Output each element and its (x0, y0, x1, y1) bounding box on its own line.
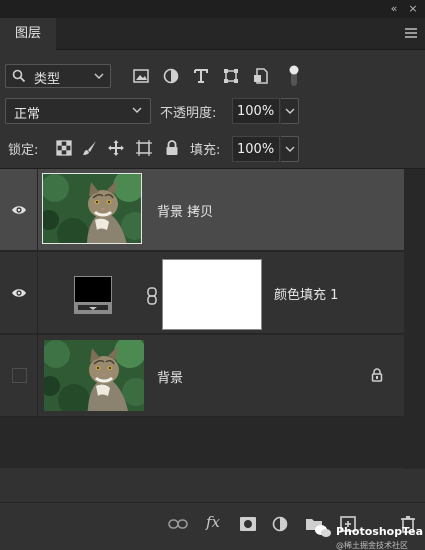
smart-object-filter-icon[interactable] (251, 66, 271, 86)
layer-row[interactable]: 背景 (0, 335, 404, 417)
shape-filter-icon[interactable] (221, 66, 241, 86)
color-fill-thumbnail-icon[interactable] (74, 276, 112, 314)
watermark-subtitle: @稀土掘金技术社区 (336, 541, 408, 550)
layer-row[interactable]: 颜色填充 1 (0, 252, 404, 334)
filter-kind-label: 类型 (34, 72, 61, 87)
type-filter-icon[interactable] (191, 66, 211, 86)
visibility-toggle[interactable] (0, 252, 38, 334)
visibility-toggle[interactable] (0, 169, 38, 251)
search-icon (12, 69, 26, 83)
filter-toggle-icon[interactable] (289, 64, 299, 88)
adjustment-filter-icon[interactable] (161, 66, 181, 86)
wechat-logo-icon (315, 525, 331, 537)
tab-layers[interactable]: 图层 (0, 18, 56, 50)
chevron-down-icon (285, 146, 295, 152)
lock-icon (371, 368, 383, 382)
watermark-title: PhotoshopTea (336, 525, 424, 538)
eye-icon[interactable] (11, 287, 27, 299)
layer-mask-thumbnail[interactable] (162, 259, 262, 330)
chevron-down-icon (94, 73, 104, 79)
layer-name[interactable]: 背景 拷贝 (157, 201, 213, 220)
blend-mode-select[interactable]: 正常 (5, 98, 151, 124)
fill-label: 填充: (190, 143, 221, 158)
visibility-empty-box[interactable] (12, 368, 27, 383)
lock-all-icon[interactable] (163, 139, 181, 157)
bottom-toolbar: fx PhotoshopTea @稀土掘金技术社区 (0, 502, 425, 550)
new-adjustment-icon[interactable] (270, 515, 290, 533)
panel-menu-icon[interactable] (405, 28, 417, 38)
blend-row: 正常 不透明度: 100% (0, 98, 425, 128)
cat-photo-image (44, 340, 144, 411)
filter-kind-select[interactable]: 类型 (5, 64, 111, 88)
opacity-label: 不透明度: (160, 106, 217, 121)
visibility-toggle[interactable] (0, 335, 38, 417)
fill-input[interactable]: 100% (232, 136, 280, 162)
cat-photo-image (43, 174, 141, 243)
close-panel-button[interactable]: × (406, 2, 420, 16)
lock-transparent-icon[interactable] (55, 139, 73, 157)
lock-artboard-icon[interactable] (135, 139, 153, 157)
panel-title-bar: « × (0, 0, 425, 18)
layer-name[interactable]: 颜色填充 1 (274, 284, 338, 303)
link-chain-icon[interactable] (146, 287, 158, 305)
opacity-dropdown[interactable] (281, 98, 299, 124)
lock-image-icon[interactable] (81, 139, 99, 157)
layer-thumbnail[interactable] (44, 340, 144, 411)
layer-thumbnail[interactable] (42, 173, 142, 244)
chevron-down-icon (285, 108, 295, 114)
layer-name[interactable]: 背景 (157, 367, 183, 386)
layer-row[interactable]: 背景 拷贝 (0, 169, 404, 251)
panel-tab-bar: 图层 (0, 18, 425, 50)
add-mask-icon[interactable] (238, 515, 258, 533)
fx-icon[interactable]: fx (206, 513, 220, 531)
filter-row: 类型 (0, 60, 425, 92)
fill-dropdown[interactable] (281, 136, 299, 162)
layers-panel: 类型 正常 不透明度: 100% 锁定: 填充: 100% 背景 拷贝 颜色填充… (0, 50, 425, 550)
link-layers-icon[interactable] (168, 515, 188, 533)
chevron-down-icon (132, 107, 142, 113)
eye-icon[interactable] (11, 204, 27, 216)
layers-scrollbar[interactable] (404, 169, 425, 469)
collapse-panel-button[interactable]: « (387, 2, 401, 16)
opacity-input[interactable]: 100% (232, 98, 280, 124)
image-filter-icon[interactable] (131, 66, 151, 86)
layers-list: 背景 拷贝 颜色填充 1 背景 (0, 168, 425, 469)
lock-row: 锁定: 填充: 100% (0, 134, 425, 164)
lock-position-icon[interactable] (107, 139, 125, 157)
lock-label: 锁定: (8, 143, 39, 158)
blend-mode-value: 正常 (14, 107, 41, 122)
